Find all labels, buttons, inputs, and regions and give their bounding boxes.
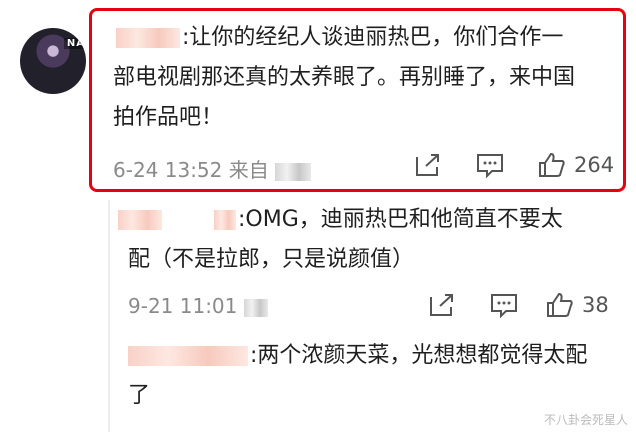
blurred-source: [275, 162, 312, 181]
reply-thread-rule: [108, 200, 110, 432]
reply1-meta: 9-21 11:01: [128, 294, 270, 318]
comment-text: :让你的经纪人谈迪丽热巴，你们合作一: [182, 25, 564, 50]
main-comment-line1: :让你的经纪人谈迪丽热巴，你们合作一: [116, 18, 563, 58]
main-comment-line2: 部电视剧那还真的太养眼了。再别睡了，来中国: [113, 65, 576, 90]
like-icon[interactable]: [538, 152, 566, 178]
blurred-source: [243, 298, 268, 317]
avatar-badge: NA: [63, 38, 86, 49]
share-icon[interactable]: [414, 152, 442, 178]
share-icon[interactable]: [428, 292, 456, 318]
watermark: 不八卦会死星人: [543, 413, 628, 427]
main-comment-meta: 6-24 13:52 来自: [113, 154, 313, 183]
blurred-username[interactable]: [116, 28, 180, 48]
reply1-line2: 配（不是拉郎，只是说颜值）: [128, 247, 415, 272]
blurred-username[interactable]: [118, 210, 162, 230]
reply2-line1: :两个浓颜天菜，光想想都觉得太配: [128, 336, 587, 376]
like-icon[interactable]: [546, 292, 574, 318]
comment-icon[interactable]: [490, 292, 518, 319]
like-count: 38: [582, 293, 609, 317]
user-avatar[interactable]: NA: [20, 28, 86, 94]
comment-icon[interactable]: [476, 152, 504, 179]
reply1-line1: :OMG，迪丽热巴和他简直不要太: [118, 200, 563, 240]
main-comment-line3: 拍作品吧！: [113, 105, 224, 130]
reply2-line2: 了: [128, 383, 151, 408]
blurred-username[interactable]: [128, 346, 248, 366]
reply1-actions: 38: [428, 292, 609, 319]
source-label: 来自: [228, 158, 269, 182]
blurred-username-tail: [214, 210, 236, 230]
main-comment-actions: 264: [414, 152, 615, 179]
reply-text: :两个浓颜天菜，光想想都觉得太配: [250, 343, 588, 368]
reply-text: :OMG，迪丽热巴和他简直不要太: [238, 207, 563, 232]
timestamp: 6-24 13:52: [113, 158, 223, 182]
like-count: 264: [574, 153, 615, 177]
timestamp: 9-21 11:01: [128, 294, 238, 318]
